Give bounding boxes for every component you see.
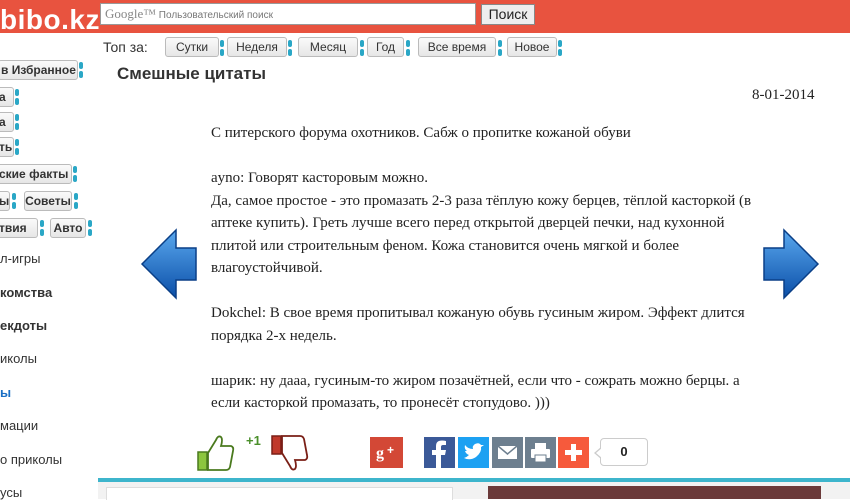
tick-icon (497, 37, 503, 59)
search-placeholder: Пользовательский поиск (158, 10, 273, 21)
sidebar-link[interactable]: екдоты (0, 318, 47, 333)
article-date: 8-01-2014 (752, 87, 815, 103)
sidebar-link[interactable]: усы (0, 485, 22, 500)
tick-icon (359, 37, 365, 59)
tick-icon (287, 37, 293, 59)
more-icon[interactable] (557, 437, 590, 468)
paragraph: С питерского форума охотников. Сабж о пр… (211, 125, 631, 141)
sidebar-button[interactable]: а (0, 87, 14, 107)
filter-new-button[interactable]: Новое (507, 37, 557, 57)
google-plus-icon[interactable]: g + (370, 437, 403, 468)
svg-text:+: + (387, 443, 394, 457)
svg-text:g: g (376, 445, 384, 462)
sidebar-link[interactable]: комства (0, 285, 52, 300)
article-body: С питерского форума охотников. Сабж о пр… (211, 122, 771, 415)
print-icon[interactable] (524, 437, 557, 468)
thumbs-down-icon[interactable] (270, 434, 312, 474)
paragraph: шарик: ну дааа, гусиным-то жиром позачёт… (211, 372, 740, 412)
next-card-image[interactable] (488, 486, 821, 499)
paragraph: ayno: Говорят касторовым можно. (211, 170, 429, 186)
sidebar-button[interactable]: ть (0, 137, 14, 157)
tick-icon (14, 136, 20, 158)
sidebar-button[interactable]: ы (0, 191, 10, 211)
filter-week-button[interactable]: Неделя (227, 37, 287, 57)
tick-icon (78, 59, 84, 81)
sidebar-auto-button[interactable]: Авто (50, 218, 86, 238)
search-brand: Google™ (105, 6, 157, 21)
page-title: Смешные цитаты (117, 64, 266, 83)
share-counter: 0 (594, 438, 648, 466)
next-card[interactable] (106, 487, 453, 500)
sidebar-link[interactable]: о приколы (0, 452, 62, 467)
tick-icon (219, 37, 225, 59)
tick-icon (87, 217, 93, 239)
tick-icon (73, 190, 79, 212)
sidebar-button[interactable]: твия (0, 218, 38, 238)
rating-score: +1 (246, 433, 261, 448)
previous-arrow-icon[interactable] (140, 226, 198, 302)
tick-icon (14, 86, 20, 108)
top-bar: bibo.kz Google™ Пользовательский поиск П… (0, 0, 850, 36)
tick-icon (11, 190, 17, 212)
tick-icon (14, 111, 20, 133)
search-button[interactable]: Поиск (481, 4, 535, 25)
search-input[interactable]: Google™ Пользовательский поиск (100, 3, 476, 25)
sidebar-tips-button[interactable]: Советы (24, 191, 72, 211)
sidebar-link[interactable]: иколы (0, 351, 37, 366)
sidebar-button[interactable]: а (0, 112, 14, 132)
filters-label: Топ за: (103, 39, 148, 55)
thumbs-up-icon[interactable] (196, 432, 236, 472)
tick-icon (557, 37, 563, 59)
sidebar-facts-button[interactable]: ские факты (0, 164, 72, 184)
filter-day-button[interactable]: Сутки (165, 37, 219, 57)
next-arrow-icon[interactable] (762, 226, 820, 302)
sidebar-link[interactable]: л-игры (0, 251, 41, 266)
tick-icon (72, 163, 78, 185)
filter-year-button[interactable]: Год (367, 37, 404, 57)
sidebar-link[interactable]: мации (0, 418, 38, 433)
paragraph: Dokchel: В свое время пропитывал кожаную… (211, 305, 745, 344)
filter-month-button[interactable]: Месяц (298, 37, 358, 57)
tick-icon (39, 217, 45, 239)
sidebar-link[interactable]: ы (0, 385, 11, 400)
filter-alltime-button[interactable]: Все время (418, 37, 496, 57)
tick-icon (405, 37, 411, 59)
facebook-icon[interactable] (423, 437, 456, 468)
site-logo[interactable]: bibo.kz (0, 4, 100, 36)
twitter-icon[interactable] (457, 437, 490, 468)
mail-icon[interactable] (491, 437, 524, 468)
sidebar-favorites-button[interactable]: в Избранное (0, 60, 78, 80)
paragraph: Да, самое простое - это промазать 2-3 ра… (211, 192, 752, 277)
